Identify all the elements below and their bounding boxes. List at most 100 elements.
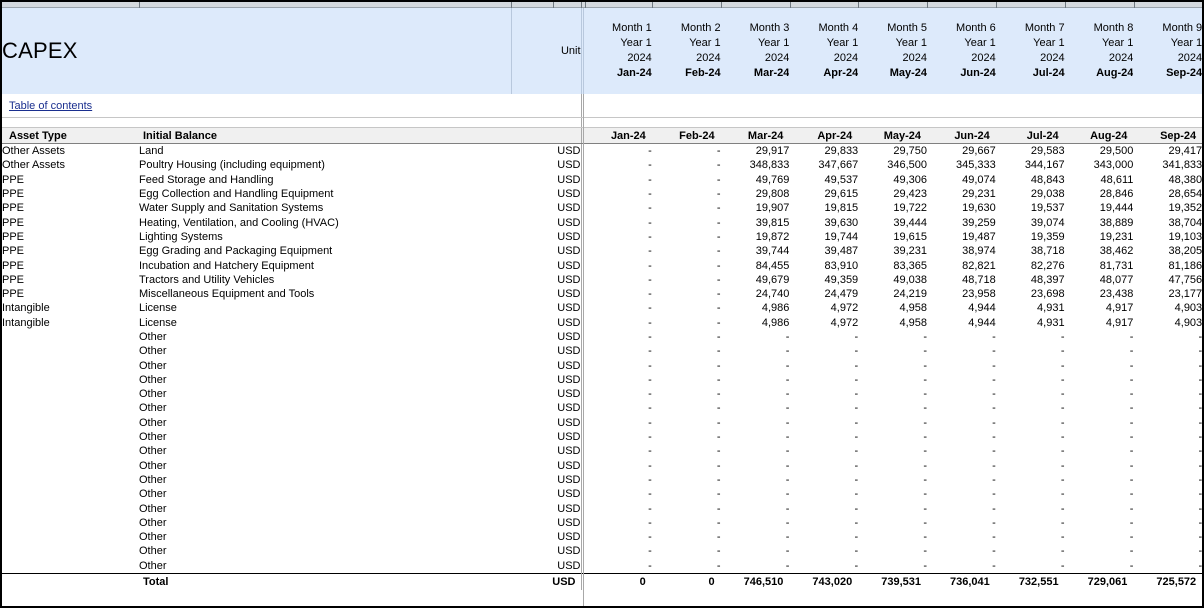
cell-month-3: - [785,345,790,358]
table-row: Other USD - - - - - - - - - [2,444,1202,459]
cell-unit: USD [557,459,581,472]
cell-month-5: - [923,359,927,372]
page-title: CAPEX [2,8,512,94]
cell-month-1: - [648,173,652,186]
cell-unit: USD [557,502,581,515]
cell-month-5: - [923,373,927,386]
cell-month-9: 28,654 [1168,188,1203,201]
cell-month-6: 4,944 [968,302,996,315]
cell-month-7: 39,074 [1030,216,1065,229]
cell-initial-balance: Poultry Housing (including equipment) [139,159,325,172]
cell-month-9: 29,417 [1168,145,1203,158]
cell-month-7: 82,276 [1030,259,1065,272]
cell-month-2: - [716,359,721,372]
cell-month-4: - [854,373,859,386]
cell-month-1: - [648,445,652,458]
cell-month-8: 48,611 [1100,173,1134,186]
cell-month-8: 19,444 [1099,202,1134,215]
cell-month-5: - [923,388,927,401]
cell-month-6: - [992,402,996,415]
total-label: Total [139,572,511,590]
cell-month-6: - [992,488,996,501]
cell-month-1: - [648,331,652,343]
cell-month-5: - [923,559,927,572]
cell-unit: USD [557,216,581,229]
cell-month-1: - [648,216,652,229]
cell-month-8: 48,077 [1099,273,1134,286]
year-value-2: 2024 [696,52,721,64]
cell-month-7: - [1060,373,1065,386]
cell-month-9: - [1198,416,1203,429]
cell-month-1: - [648,545,652,558]
cell-month-8: - [1129,473,1134,486]
cell-initial-balance: Lighting Systems [139,230,223,243]
cell-unit: USD [557,473,581,486]
cell-month-9: - [1198,488,1203,501]
cell-asset-type [2,387,139,401]
spacer-right [583,117,1202,128]
total-month-7: 732,551 [995,572,1065,590]
year-label-3: Year 1 [757,37,790,49]
column-header-month-7: Jul-24 [995,127,1065,144]
cell-asset-type [2,473,139,487]
column-header-unit [511,127,581,144]
cell-month-5: - [923,516,927,529]
cell-asset-type [2,373,139,387]
cell-asset-type: Other Assets [2,159,65,172]
cell-month-4: 39,630 [824,216,859,229]
cell-initial-balance: Incubation and Hatchery Equipment [139,259,314,272]
cell-month-8: - [1129,373,1134,386]
cell-month-5: 19,722 [893,202,927,215]
cell-month-1: - [648,302,652,315]
cell-month-1: - [648,473,652,486]
table-row: Other USD - - - - - - - - - [2,558,1202,574]
cell-asset-type: Intangible [2,302,50,315]
cell-month-4: - [854,402,859,415]
cell-month-2: - [716,216,721,229]
month-date-8: Aug-24 [1096,67,1134,79]
month-date-7: Jul-24 [1032,67,1065,79]
cell-month-5: 29,750 [893,145,927,158]
table-row: PPE Egg Collection and Handling Equipment… [2,186,1203,202]
cell-month-9: 81,186 [1168,259,1203,272]
table-row: Other USD - - - - - - - - - [2,344,1202,359]
year-label-1: Year 1 [620,37,652,49]
column-header-initial-balance: Initial Balance [139,127,511,144]
month-header-6: Month 6 Year 1 2024 Jun-24 [926,8,996,94]
month-header-4: Month 4 Year 1 2024 Apr-24 [789,8,859,94]
cell-unit: USD [557,402,581,415]
cell-month-2: - [716,188,721,201]
cell-month-5: - [923,545,927,558]
total-month-9: 725,572 [1133,572,1202,590]
cell-initial-balance: Feed Storage and Handling [139,173,274,186]
cell-month-6: - [992,331,996,343]
table-row: Other USD - - - - - - - - - [2,401,1202,416]
cell-month-4: - [854,331,859,343]
total-unit: USD [511,572,581,590]
table-of-contents-link[interactable]: Table of contents [2,100,92,112]
cell-month-6: 345,333 [956,159,996,172]
month-header-5: Month 5 Year 1 2024 May-24 [858,8,927,94]
cell-month-5: - [923,345,927,358]
cell-unit: USD [557,273,581,286]
cell-month-4: - [854,388,859,401]
cell-month-4: - [854,345,859,358]
cell-month-7: - [1060,416,1065,429]
cell-month-1: - [648,202,652,215]
cell-month-5: 24,219 [893,288,927,301]
cell-asset-type [2,358,139,372]
cell-month-1: - [648,516,652,529]
cell-month-3: - [785,359,790,372]
cell-initial-balance: Heating, Ventilation, and Cooling (HVAC) [139,216,339,229]
year-value-4: 2024 [833,52,859,64]
month-index-6: Month 6 [956,22,996,34]
month-date-6: Jun-24 [960,67,996,79]
cell-month-1: - [648,359,652,372]
cell-month-9: - [1198,502,1203,515]
cell-month-5: - [923,431,927,444]
unit-month-divider-band [583,8,584,94]
cell-month-3: - [785,516,790,529]
total-month-4: 743,020 [789,572,859,590]
year-value-5: 2024 [902,52,927,64]
cell-unit: USD [557,559,581,572]
